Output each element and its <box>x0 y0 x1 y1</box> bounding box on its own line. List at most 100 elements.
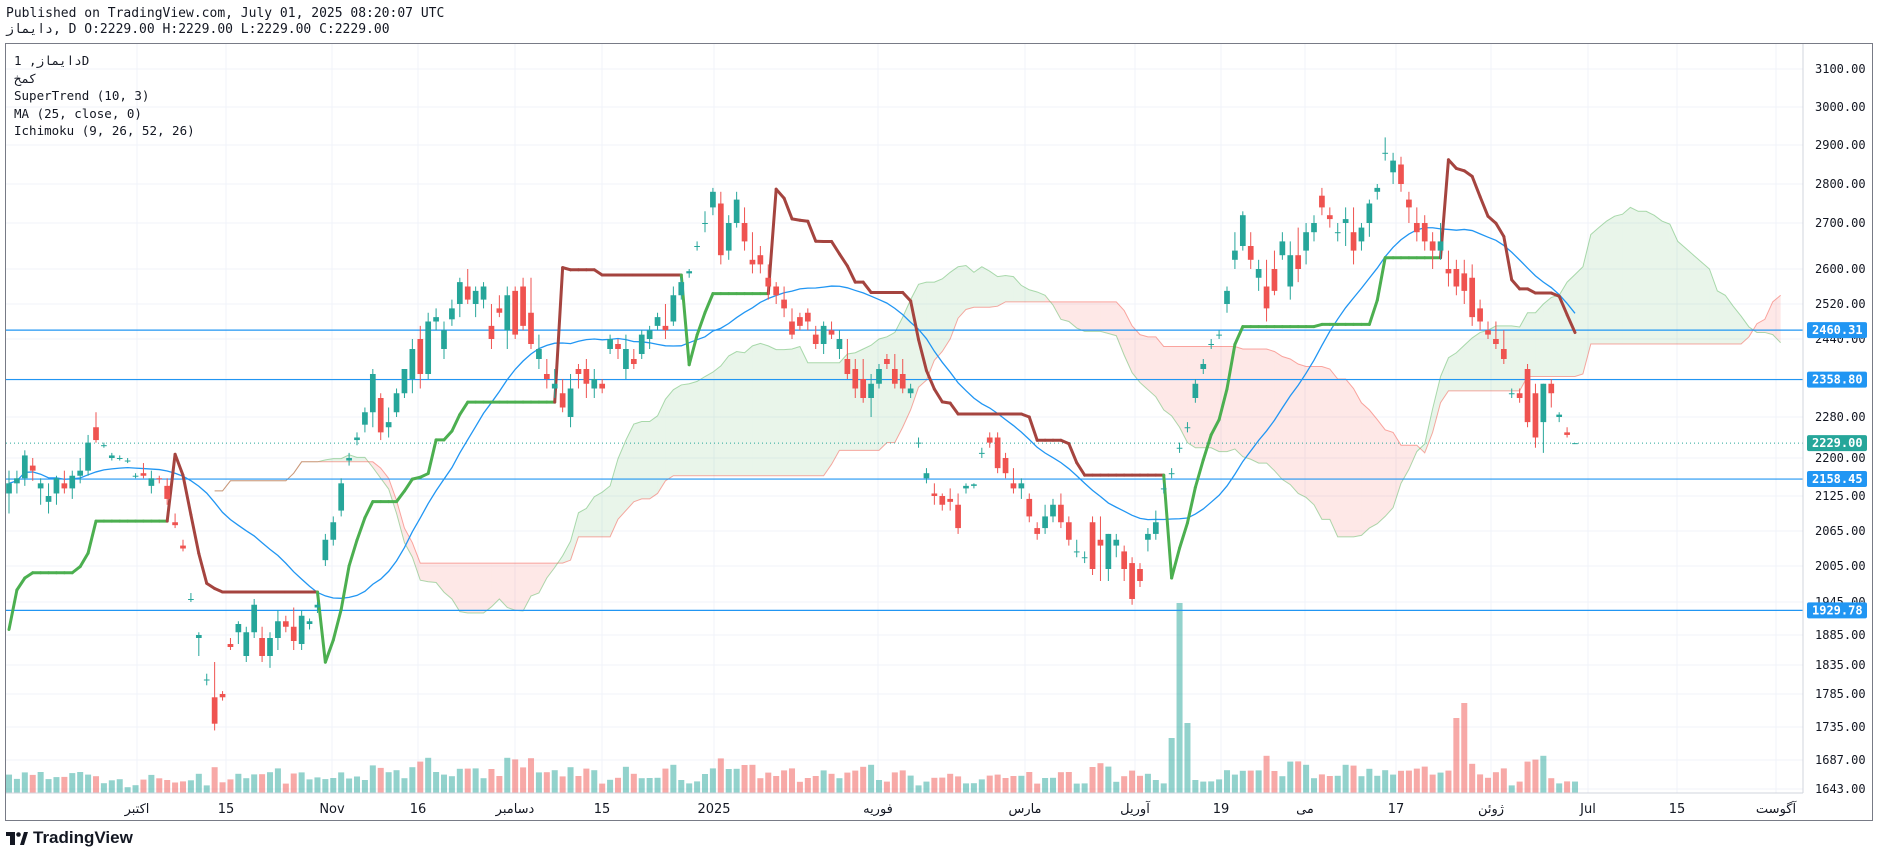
candle[interactable] <box>496 295 503 318</box>
candle[interactable] <box>710 187 716 216</box>
candle[interactable] <box>781 286 787 318</box>
candle[interactable] <box>29 458 36 481</box>
candle[interactable] <box>1358 223 1365 251</box>
candle[interactable] <box>536 334 542 369</box>
candle[interactable] <box>433 308 439 331</box>
candle[interactable] <box>1129 557 1135 605</box>
candle[interactable] <box>1002 452 1009 479</box>
candle[interactable] <box>1548 379 1555 408</box>
candle[interactable] <box>464 269 471 304</box>
candle[interactable] <box>749 232 756 274</box>
candle[interactable] <box>385 407 392 438</box>
candle[interactable] <box>1152 510 1159 540</box>
candle[interactable] <box>148 470 155 494</box>
candle[interactable] <box>108 452 115 461</box>
candle[interactable] <box>377 393 384 441</box>
candle[interactable] <box>488 304 495 349</box>
candle[interactable] <box>939 493 946 511</box>
candle[interactable] <box>362 407 368 433</box>
candle[interactable] <box>638 330 645 359</box>
candle[interactable] <box>1326 207 1333 228</box>
candle[interactable] <box>789 308 795 339</box>
candle[interactable] <box>1374 184 1381 200</box>
chart-canvas[interactable]: 3100.00 3000.00 2900.00 2800.00 2700.00 2600.… <box>0 0 1878 858</box>
legend-ma[interactable]: MA (25, close, 0) <box>14 105 195 123</box>
candle[interactable] <box>1421 215 1428 251</box>
candle[interactable] <box>330 516 337 546</box>
candle[interactable] <box>1224 286 1230 313</box>
candle[interactable] <box>1524 364 1531 428</box>
candle[interactable] <box>425 312 432 379</box>
candle[interactable] <box>1137 563 1143 587</box>
candle[interactable] <box>1406 191 1412 223</box>
candle[interactable] <box>290 607 297 651</box>
candle[interactable] <box>267 632 273 668</box>
candle[interactable] <box>195 632 202 656</box>
candle[interactable] <box>140 463 147 479</box>
candle[interactable] <box>915 437 922 448</box>
candle[interactable] <box>1398 156 1404 192</box>
candle[interactable] <box>1540 383 1547 453</box>
candle[interactable] <box>1105 533 1112 581</box>
candle[interactable] <box>575 364 582 389</box>
candle[interactable] <box>298 610 305 650</box>
candle[interactable] <box>369 369 376 428</box>
candle[interactable] <box>1113 533 1120 558</box>
candle[interactable] <box>662 304 669 339</box>
candle[interactable] <box>1058 493 1064 529</box>
candle[interactable] <box>243 626 250 662</box>
candle[interactable] <box>567 374 574 428</box>
candle[interactable] <box>1121 545 1128 581</box>
candle[interactable] <box>401 369 408 398</box>
candle[interactable] <box>615 339 621 359</box>
candle[interactable] <box>1311 215 1317 242</box>
candle[interactable] <box>85 434 91 476</box>
candle[interactable] <box>828 321 835 340</box>
candle[interactable] <box>61 470 68 494</box>
candle[interactable] <box>844 339 851 379</box>
candle[interactable] <box>820 321 827 355</box>
candle[interactable] <box>1382 137 1389 161</box>
candle[interactable] <box>1239 211 1246 251</box>
candle[interactable] <box>1247 232 1254 269</box>
candle[interactable] <box>670 286 677 326</box>
candle[interactable] <box>994 432 1001 474</box>
candle[interactable] <box>702 211 708 233</box>
candle[interactable] <box>124 458 131 464</box>
legend-symbol[interactable]: دایماز, 1D <box>14 52 195 70</box>
candle[interactable] <box>520 277 526 331</box>
candle[interactable] <box>978 447 985 458</box>
candle[interactable] <box>1413 207 1420 242</box>
candle[interactable] <box>1295 227 1302 283</box>
candle[interactable] <box>971 483 977 489</box>
candle[interactable] <box>1532 383 1539 448</box>
candle[interactable] <box>1145 528 1151 552</box>
candle[interactable] <box>797 312 803 331</box>
candle[interactable] <box>45 483 52 514</box>
candle[interactable] <box>646 325 653 349</box>
candle[interactable] <box>741 207 748 251</box>
candle[interactable] <box>694 241 700 251</box>
candle[interactable] <box>1366 199 1373 237</box>
candle[interactable] <box>203 673 210 686</box>
candle[interactable] <box>472 286 479 318</box>
candle[interactable] <box>947 488 954 511</box>
candle[interactable] <box>1271 250 1278 296</box>
candle[interactable] <box>101 442 107 448</box>
candle[interactable] <box>180 539 186 552</box>
candle[interactable] <box>836 330 843 359</box>
candle[interactable] <box>393 388 400 418</box>
candle[interactable] <box>251 599 258 638</box>
candle[interactable] <box>1176 442 1183 453</box>
candle[interactable] <box>1287 241 1294 300</box>
candle[interactable] <box>1572 443 1578 445</box>
candle[interactable] <box>1453 259 1460 296</box>
candle[interactable] <box>456 277 463 318</box>
candle[interactable] <box>1081 551 1088 564</box>
candle[interactable] <box>21 450 28 486</box>
candle[interactable] <box>583 359 590 398</box>
candle[interactable] <box>654 312 661 331</box>
candle[interactable] <box>1303 223 1309 265</box>
candle[interactable] <box>1469 264 1476 326</box>
candle[interactable] <box>409 339 416 394</box>
